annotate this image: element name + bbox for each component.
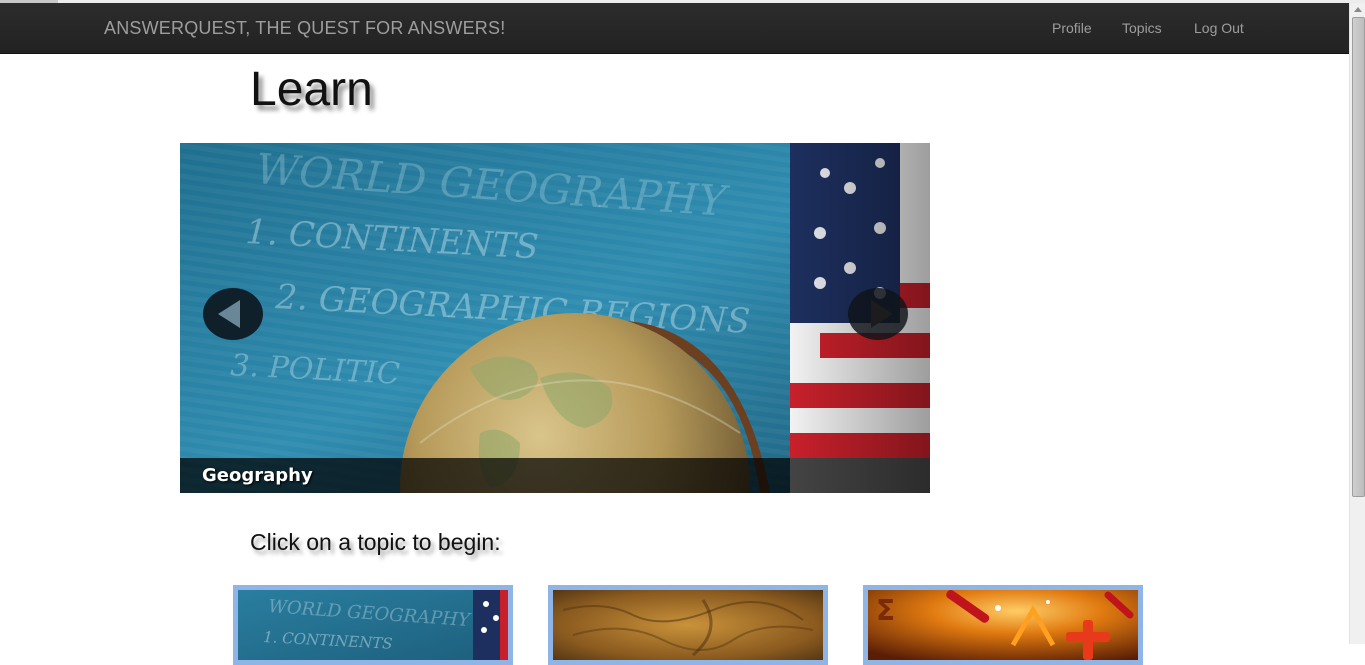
math-thumb-image: Σ	[868, 590, 1138, 660]
history-thumb-image	[553, 590, 823, 660]
topic-geography-thumbnail[interactable]: WORLD GEOGRAPHY 1. CONTINENTS	[233, 585, 513, 665]
carousel-caption-bar: Geography	[180, 458, 930, 493]
carousel-next-button[interactable]	[848, 288, 908, 340]
geography-thumb-image: WORLD GEOGRAPHY 1. CONTINENTS	[238, 590, 508, 660]
chevron-right-icon	[871, 300, 893, 328]
topic-carousel[interactable]: WORLD GEOGRAPHY 1. CONTINENTS 2. GEOGRAP…	[180, 143, 930, 493]
scrollbar-thumb[interactable]	[1352, 17, 1365, 497]
topic-history-thumbnail[interactable]	[548, 585, 828, 665]
vertical-scrollbar[interactable]	[1349, 3, 1365, 644]
nav-topics-link[interactable]: Topics	[1122, 20, 1162, 36]
navbar: ANSWERQUEST, THE QUEST FOR ANSWERS! Prof…	[0, 3, 1349, 54]
carousel-caption: Geography	[202, 465, 313, 486]
brand-link[interactable]: ANSWERQUEST, THE QUEST FOR ANSWERS!	[104, 18, 505, 39]
nav-logout-link[interactable]: Log Out	[1194, 20, 1244, 36]
page-title: Learn	[250, 63, 373, 116]
topics-prompt: Click on a topic to begin:	[250, 529, 501, 555]
scroll-up-icon[interactable]	[1354, 7, 1362, 12]
nav-profile-link[interactable]: Profile	[1052, 20, 1092, 36]
sigma-icon: Σ	[876, 594, 895, 627]
topic-math-thumbnail[interactable]: Σ	[863, 585, 1143, 665]
geography-slide-image: WORLD GEOGRAPHY 1. CONTINENTS 2. GEOGRAP…	[180, 143, 930, 493]
carousel-prev-button[interactable]	[203, 288, 263, 340]
chevron-left-icon	[218, 300, 240, 328]
